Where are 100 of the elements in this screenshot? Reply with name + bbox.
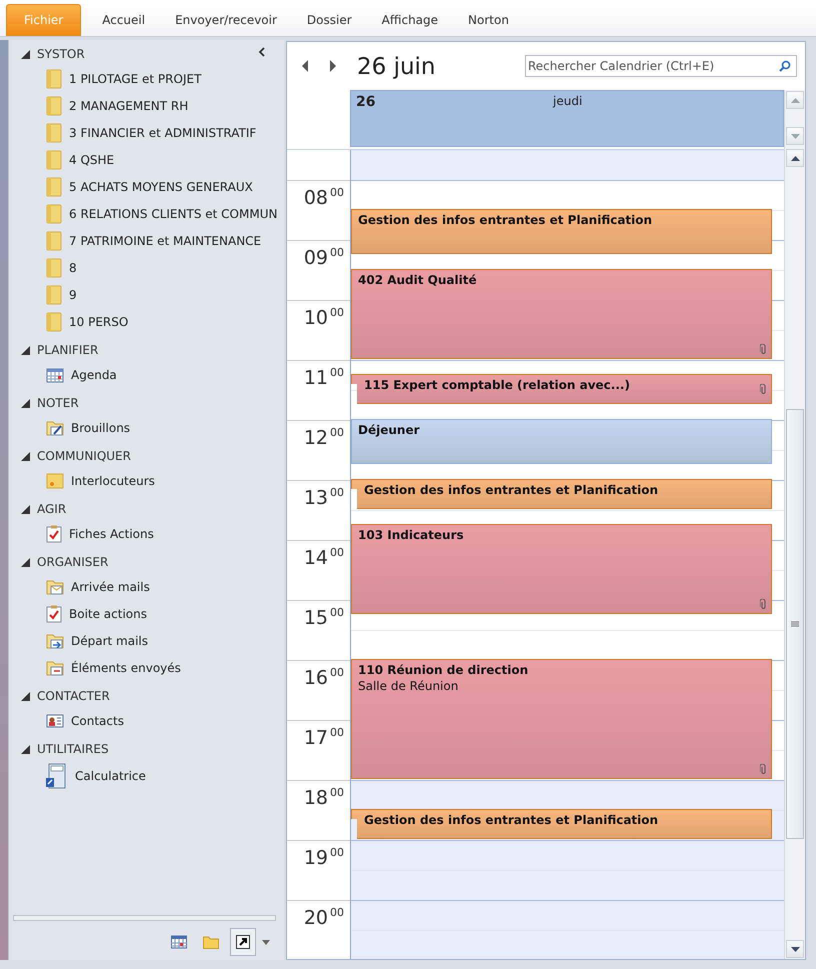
folder-icon	[46, 258, 62, 278]
weekday-label: jeudi	[553, 94, 582, 108]
expanded-triangle-icon[interactable]	[21, 558, 30, 566]
folder-item[interactable]: 10 PERSO	[9, 308, 284, 335]
folder-icon	[46, 96, 62, 116]
search-icon[interactable]	[779, 60, 791, 72]
section-header[interactable]: SYSTOR	[37, 47, 85, 61]
note-icon	[46, 472, 64, 488]
section-header[interactable]: UTILITAIRES	[37, 742, 109, 756]
calendar-event[interactable]: Gestion des infos entrantes et Planification	[351, 809, 772, 839]
folder-item[interactable]: 4 QSHE	[9, 146, 284, 173]
folder-item[interactable]: Contacts	[9, 707, 284, 734]
section-header[interactable]: NOTER	[37, 396, 79, 410]
folder-item[interactable]: Agenda	[9, 361, 284, 388]
hour-label: 11$^{00}$	[304, 367, 344, 389]
ribbon-tab[interactable]: Envoyer/recevoir	[160, 4, 292, 36]
folder-item[interactable]: 8	[9, 254, 284, 281]
folder-item[interactable]: Départ mails	[9, 627, 284, 654]
down-arrow-icon	[790, 946, 800, 952]
dropdown-arrow-icon[interactable]	[262, 940, 270, 944]
date-title: 26 juin	[357, 54, 436, 80]
calendar-event[interactable]: Gestion des infos entrantes et Planification	[351, 209, 772, 254]
calendar-event[interactable]: Déjeuner	[351, 419, 772, 464]
document-folder-icon	[46, 660, 64, 676]
calendar-event[interactable]: 402 Audit Qualité	[351, 269, 772, 359]
expanded-triangle-icon[interactable]	[21, 50, 30, 58]
expanded-triangle-icon[interactable]	[21, 346, 30, 354]
calendar-icon	[46, 366, 64, 382]
section-header[interactable]: CONTACTER	[37, 689, 110, 703]
calculator-icon	[45, 763, 67, 789]
calendar-event[interactable]: Gestion des infos entrantes et Planification	[351, 479, 772, 509]
ribbon-tab[interactable]: Affichage	[366, 4, 454, 36]
folder-icon	[46, 68, 62, 88]
calendar-event[interactable]: 103 Indicateurs	[351, 524, 772, 614]
calendar-event[interactable]: 110 Réunion de direction Salle de Réunion	[351, 659, 772, 779]
previous-arrow-icon[interactable]	[301, 60, 309, 72]
hour-label: 13$^{00}$	[304, 487, 344, 509]
hour-label: 08$^{00}$	[304, 187, 344, 209]
section-header[interactable]: PLANIFIER	[37, 343, 98, 357]
next-arrow-icon[interactable]	[329, 60, 337, 72]
clipboard-check-icon	[46, 604, 62, 622]
up-arrow-icon	[790, 98, 800, 102]
hour-label: 09$^{00}$	[304, 247, 344, 269]
ribbon-tab[interactable]: Accueil	[87, 4, 160, 36]
day-number: 26	[356, 94, 376, 110]
folder-item[interactable]: 2 MANAGEMENT RH	[9, 92, 284, 119]
ribbon-tab[interactable]: Norton	[453, 4, 524, 36]
expanded-triangle-icon[interactable]	[21, 744, 30, 754]
hour-label: 10$^{00}$	[304, 307, 344, 329]
expanded-triangle-icon[interactable]	[21, 452, 30, 460]
envelope-folder-icon	[46, 578, 64, 594]
folder-item[interactable]: Fiches Actions	[9, 520, 284, 547]
clipboard-check-icon	[46, 524, 62, 542]
ribbon-tab[interactable]: Dossier	[292, 4, 367, 36]
hour-label: 17$^{00}$	[304, 727, 344, 749]
folder-icon	[46, 284, 62, 304]
section-header[interactable]: COMMUNIQUER	[37, 449, 131, 463]
folder-item[interactable]: Arrivée mails	[9, 573, 284, 600]
hour-label: 15$^{00}$	[304, 607, 344, 629]
scroll-down-button[interactable]	[786, 940, 804, 958]
folder-item[interactable]: 3 FINANCIER et ADMINISTRATIF	[9, 119, 284, 146]
folder-item[interactable]: Interlocuteurs	[9, 467, 284, 494]
up-arrow-icon	[790, 156, 800, 160]
search-field[interactable]: Rechercher Calendrier (Ctrl+E)	[525, 55, 797, 77]
hour-label: 14$^{00}$	[304, 547, 344, 569]
scrollbar-thumb[interactable]	[786, 409, 804, 839]
down-arrow-icon	[790, 134, 800, 138]
hour-label: 18$^{00}$	[304, 787, 344, 809]
folder-item[interactable]: Boite actions	[9, 600, 284, 627]
folder-icon	[46, 230, 62, 250]
folder-item[interactable]: 9	[9, 281, 284, 308]
folder-item[interactable]: 7 PATRIMOINE et MAINTENANCE	[9, 227, 284, 254]
folder-item[interactable]: Brouillons	[9, 414, 284, 441]
expanded-triangle-icon[interactable]	[21, 692, 30, 700]
calendar-event[interactable]: 115 Expert comptable (relation avec...)	[351, 374, 772, 404]
expanded-triangle-icon[interactable]	[21, 398, 30, 408]
folder-item[interactable]: 1 PILOTAGE et PROJET	[9, 65, 284, 92]
folder-item[interactable]: Calculatrice	[9, 760, 284, 792]
day-header[interactable]: 26 jeudi	[350, 90, 784, 147]
folder-icon	[46, 312, 62, 332]
hour-label: 20$^{00}$	[304, 907, 344, 929]
expanded-triangle-icon[interactable]	[21, 504, 30, 514]
folder-item[interactable]: 5 ACHATS MOYENS GENERAUX	[9, 173, 284, 200]
scroll-up-button[interactable]	[786, 149, 804, 167]
collapse-icon[interactable]	[258, 47, 266, 57]
hour-label: 12$^{00}$	[304, 427, 344, 449]
folder-icon	[46, 150, 62, 170]
pencil-folder-icon	[46, 420, 64, 436]
section-header[interactable]: ORGANISER	[37, 555, 108, 569]
hour-label: 19$^{00}$	[304, 847, 344, 869]
folder-item[interactable]: 6 RELATIONS CLIENTS et COMMUN	[9, 200, 284, 227]
folder-icon	[46, 122, 62, 142]
shortcut-icon[interactable]	[230, 928, 256, 956]
arrow-folder-icon	[46, 632, 64, 648]
folder-icon	[46, 204, 62, 224]
folder-icon	[46, 176, 62, 196]
section-header[interactable]: AGIR	[37, 502, 66, 516]
folder-item[interactable]: Éléments envoyés	[9, 654, 284, 681]
contact-card-icon	[46, 714, 64, 728]
hour-label: 16$^{00}$	[304, 667, 344, 689]
